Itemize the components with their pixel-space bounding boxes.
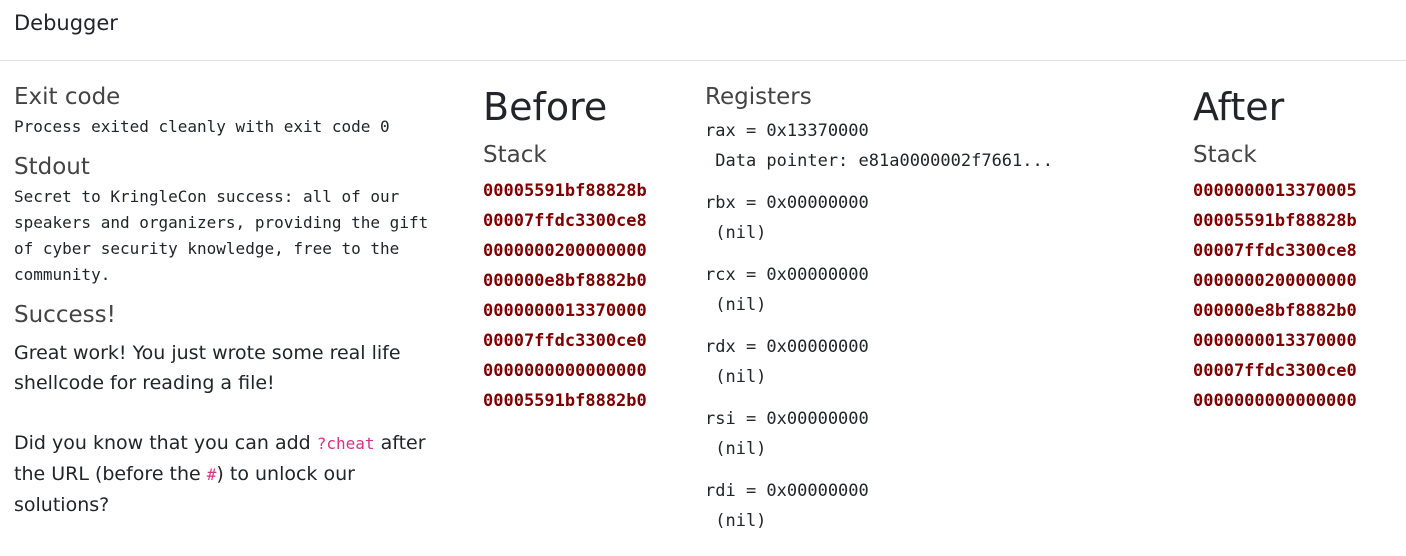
after-stack-item-3: 0000000200000000 — [1193, 271, 1357, 291]
register-line: rcx = 0x00000000 — [705, 265, 869, 285]
register-detail: (nil) — [705, 511, 767, 531]
register-line: rdi = 0x00000000 — [705, 481, 869, 501]
before-stack-item-4: 0000000013370000 — [483, 301, 647, 321]
registers-heading: Registers — [705, 84, 812, 110]
after-stack-list: 0000000013370005 00005591bf88828b 00007f… — [1193, 176, 1403, 416]
app-header: Debugger — [0, 0, 1406, 61]
stdout-text: Secret to KringleCon success: all of our… — [14, 187, 438, 284]
register-detail: (nil) — [705, 439, 767, 459]
before-stack-item-1: 00007ffdc3300ce8 — [483, 211, 647, 231]
before-stack-item-2: 0000000200000000 — [483, 241, 647, 261]
register-rdi: rdi = 0x00000000 (nil) — [705, 476, 1175, 536]
hash-code: # — [206, 465, 217, 484]
before-stack-label: Stack — [483, 142, 547, 168]
register-rcx: rcx = 0x00000000 (nil) — [705, 260, 1175, 320]
after-stack-item-5: 0000000013370000 — [1193, 331, 1357, 351]
success-text: Great work! You just wrote some real lif… — [14, 342, 401, 394]
before-panel: Before Stack 00005591bf88828b 00007ffdc3… — [483, 84, 688, 416]
after-stack-item-1: 00005591bf88828b — [1193, 211, 1357, 231]
register-line: rdx = 0x00000000 — [705, 337, 869, 357]
register-detail: (nil) — [705, 367, 767, 387]
after-stack-item-4: 000000e8bf8882b0 — [1193, 301, 1357, 321]
register-detail: Data pointer: e81a0000002f7661... — [705, 151, 1053, 171]
registers-panel: Registers rax = 0x13370000 Data pointer:… — [705, 82, 1175, 548]
register-rax: rax = 0x13370000 Data pointer: e81a00000… — [705, 116, 1175, 176]
register-detail: (nil) — [705, 223, 767, 243]
after-panel: After Stack 0000000013370005 00005591bf8… — [1193, 84, 1403, 416]
after-stack-item-0: 0000000013370005 — [1193, 181, 1357, 201]
after-stack-item-7: 0000000000000000 — [1193, 391, 1357, 411]
exit-code-text: Process exited cleanly with exit code 0 — [14, 117, 390, 136]
cheat-tip: Did you know that you can add ?cheat aft… — [14, 428, 454, 520]
page-title: Debugger — [14, 11, 118, 35]
register-rdx: rdx = 0x00000000 (nil) — [705, 332, 1175, 392]
success-heading: Success! — [14, 302, 116, 328]
before-stack-item-0: 00005591bf88828b — [483, 181, 647, 201]
before-stack-item-3: 000000e8bf8882b0 — [483, 271, 647, 291]
register-list: rax = 0x13370000 Data pointer: e81a00000… — [705, 116, 1175, 536]
output-panel: Exit code Process exited cleanly with ex… — [14, 82, 454, 520]
exit-code-heading: Exit code — [14, 84, 121, 110]
stdout-heading: Stdout — [14, 154, 90, 180]
register-line: rsi = 0x00000000 — [705, 409, 869, 429]
before-stack-list: 00005591bf88828b 00007ffdc3300ce8 000000… — [483, 176, 688, 416]
before-title: Before — [483, 85, 608, 129]
register-rbx: rbx = 0x00000000 (nil) — [705, 188, 1175, 248]
cheat-tip-part1: Did you know that you can add — [14, 432, 317, 454]
before-stack-item-7: 00005591bf8882b0 — [483, 391, 647, 411]
cheat-code: ?cheat — [316, 434, 375, 453]
after-title: After — [1193, 85, 1285, 129]
before-stack-item-6: 0000000000000000 — [483, 361, 647, 381]
register-rsi: rsi = 0x00000000 (nil) — [705, 404, 1175, 464]
before-stack-item-5: 00007ffdc3300ce0 — [483, 331, 647, 351]
after-stack-item-2: 00007ffdc3300ce8 — [1193, 241, 1357, 261]
register-line: rbx = 0x00000000 — [705, 193, 869, 213]
after-stack-item-6: 00007ffdc3300ce0 — [1193, 361, 1357, 381]
register-line: rax = 0x13370000 — [705, 121, 869, 141]
after-stack-label: Stack — [1193, 142, 1257, 168]
register-detail: (nil) — [705, 295, 767, 315]
